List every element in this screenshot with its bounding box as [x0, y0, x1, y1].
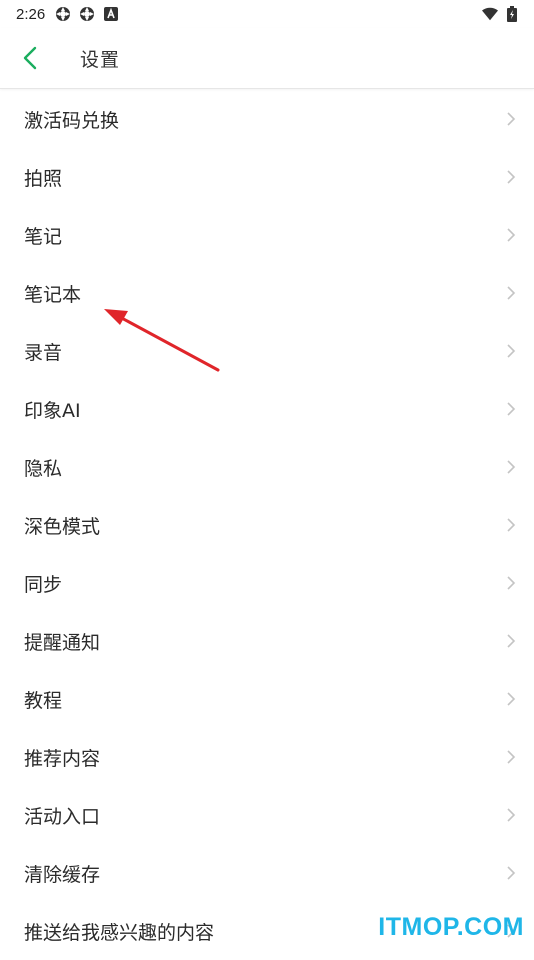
settings-item-notes[interactable]: 笔记 — [0, 206, 534, 264]
chevron-right-icon — [506, 865, 516, 881]
settings-item-label: 推送给我感兴趣的内容 — [24, 921, 215, 944]
settings-item-dark-mode[interactable]: 深色模式 — [0, 496, 534, 554]
settings-item-label: 教程 — [24, 689, 63, 712]
settings-item-label: 笔记本 — [24, 283, 82, 306]
page-title: 设置 — [80, 48, 121, 71]
watermark: ITMOP.COM — [378, 913, 524, 941]
settings-item-label: 拍照 — [24, 167, 63, 190]
settings-item-label: 清除缓存 — [24, 863, 101, 886]
wifi-icon — [482, 6, 498, 22]
settings-item-notebooks[interactable]: 笔记本 — [0, 264, 534, 322]
chevron-right-icon — [506, 401, 516, 417]
settings-item-sync[interactable]: 同步 — [0, 554, 534, 612]
settings-item-label: 深色模式 — [24, 515, 101, 538]
settings-item-yinxiang-ai[interactable]: 印象AI — [0, 380, 534, 438]
header: 设置 — [0, 28, 534, 89]
settings-item-label: 同步 — [24, 573, 63, 596]
settings-item-recommended[interactable]: 推荐内容 — [0, 728, 534, 786]
settings-item-label: 激活码兑换 — [24, 109, 120, 132]
settings-item-clear-cache[interactable]: 清除缓存 — [0, 844, 534, 902]
chevron-right-icon — [506, 227, 516, 243]
settings-item-label: 隐私 — [24, 457, 63, 480]
chevron-right-icon — [506, 111, 516, 127]
chevron-right-icon — [506, 517, 516, 533]
chevron-right-icon — [506, 691, 516, 707]
sync-icon — [79, 6, 95, 22]
settings-item-tutorial[interactable]: 教程 — [0, 670, 534, 728]
chevron-right-icon — [506, 807, 516, 823]
settings-item-label: 录音 — [24, 341, 63, 364]
status-right — [482, 6, 520, 22]
back-button[interactable] — [0, 28, 60, 88]
settings-item-activation-code[interactable]: 激活码兑换 — [0, 90, 534, 148]
settings-item-events[interactable]: 活动入口 — [0, 786, 534, 844]
chevron-right-icon — [506, 575, 516, 591]
chevron-right-icon — [506, 633, 516, 649]
settings-item-reminders[interactable]: 提醒通知 — [0, 612, 534, 670]
settings-item-privacy[interactable]: 隐私 — [0, 438, 534, 496]
notification-a-icon — [103, 6, 119, 22]
battery-icon — [504, 6, 520, 22]
status-bar: 2:26 — [0, 0, 534, 28]
status-left: 2:26 — [16, 6, 119, 23]
status-time: 2:26 — [16, 5, 46, 23]
chevron-right-icon — [506, 169, 516, 185]
settings-item-label: 印象AI — [24, 399, 81, 422]
chevron-right-icon — [506, 343, 516, 359]
chevron-right-icon — [506, 285, 516, 301]
settings-item-camera[interactable]: 拍照 — [0, 148, 534, 206]
sync-icon — [55, 6, 71, 22]
settings-list: 激活码兑换 拍照 笔记 笔记本 录音 印象AI 隐私 深色模式 同步 提醒通知 … — [0, 90, 534, 960]
settings-item-label: 提醒通知 — [24, 631, 101, 654]
chevron-left-icon — [23, 46, 37, 70]
chevron-right-icon — [506, 459, 516, 475]
settings-item-recording[interactable]: 录音 — [0, 322, 534, 380]
settings-item-label: 活动入口 — [24, 805, 101, 828]
chevron-right-icon — [506, 749, 516, 765]
settings-item-label: 推荐内容 — [24, 747, 101, 770]
settings-item-label: 笔记 — [24, 225, 63, 248]
